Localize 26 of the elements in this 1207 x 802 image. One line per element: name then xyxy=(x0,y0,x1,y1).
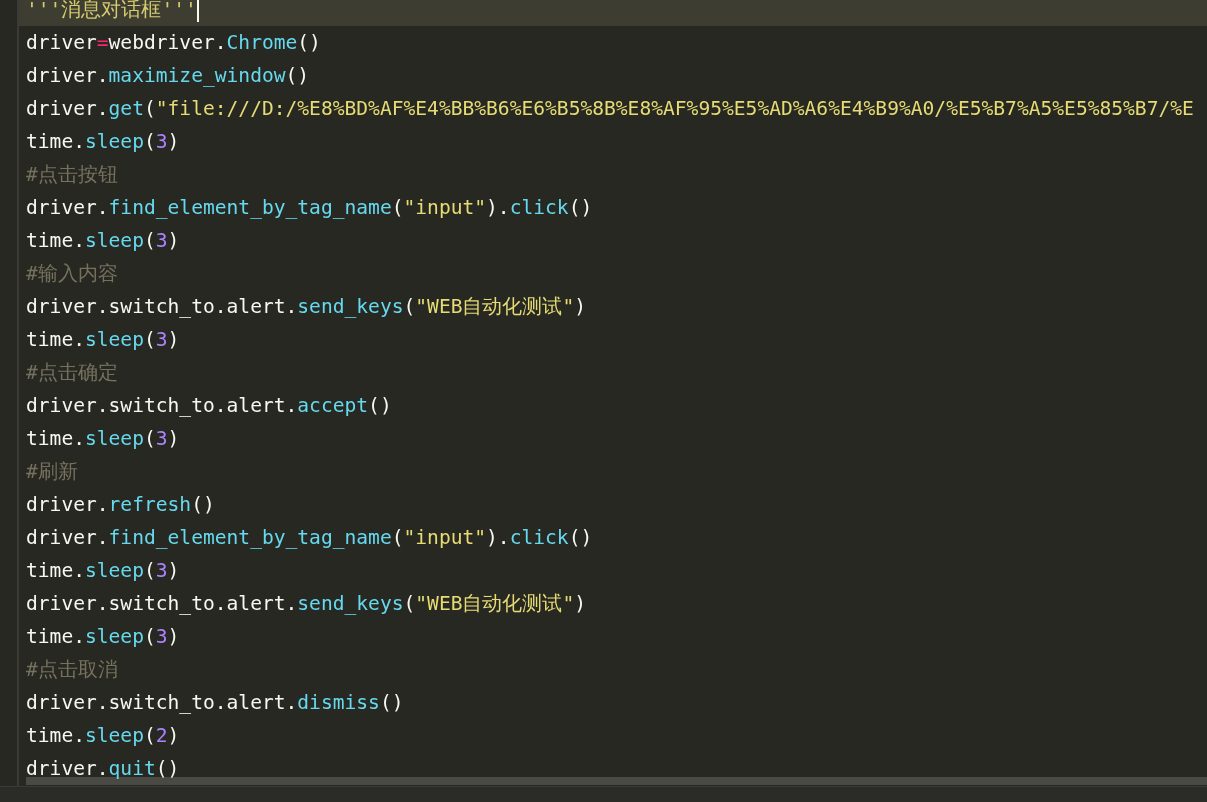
code-line: driver.switch_to.alert.dismiss() xyxy=(26,690,404,715)
code-line: time.sleep(3) xyxy=(26,426,180,451)
code-line: driver.find_element_by_tag_name("input").click() xyxy=(26,525,593,550)
code-line: driver=webdriver.Chrome() xyxy=(26,30,321,55)
code-line: #点击取消 xyxy=(26,657,118,682)
code-line: #输入内容 xyxy=(26,261,118,286)
code-line: driver.switch_to.alert.accept() xyxy=(26,393,392,418)
horizontal-scrollbar[interactable] xyxy=(26,777,1207,785)
code-line: #点击按钮 xyxy=(26,162,118,187)
code-line: driver.refresh() xyxy=(26,492,215,517)
code-line: #刷新 xyxy=(26,459,78,484)
code-line: '''消息对话框''' xyxy=(26,0,197,22)
code-line: time.sleep(2) xyxy=(26,723,180,748)
code-line: driver.switch_to.alert.send_keys("WEB自动化测试") xyxy=(26,294,587,319)
code-line: #点击确定 xyxy=(26,360,118,385)
code-line: driver.switch_to.alert.send_keys("WEB自动化测试") xyxy=(26,591,587,616)
code-line: driver.get("file:///D:/%E8%BD%AF%E4%BB%B6%E6%B5%8B%E8%AF%95%E5%AD%A6%E4%B9%A0/%E5%B7%A5%E5%85%B7/%E xyxy=(26,96,1194,121)
code-line: time.sleep(3) xyxy=(26,624,180,649)
code-line: driver.maximize_window() xyxy=(26,63,310,88)
code-line: driver.find_element_by_tag_name("input").click() xyxy=(26,195,593,220)
code-line: time.sleep(3) xyxy=(26,327,180,352)
code-line: driver.quit() xyxy=(26,756,180,781)
text-cursor xyxy=(196,0,199,22)
code-line: time.sleep(3) xyxy=(26,228,180,253)
code-line: time.sleep(3) xyxy=(26,129,180,154)
code-line: time.sleep(3) xyxy=(26,558,180,583)
